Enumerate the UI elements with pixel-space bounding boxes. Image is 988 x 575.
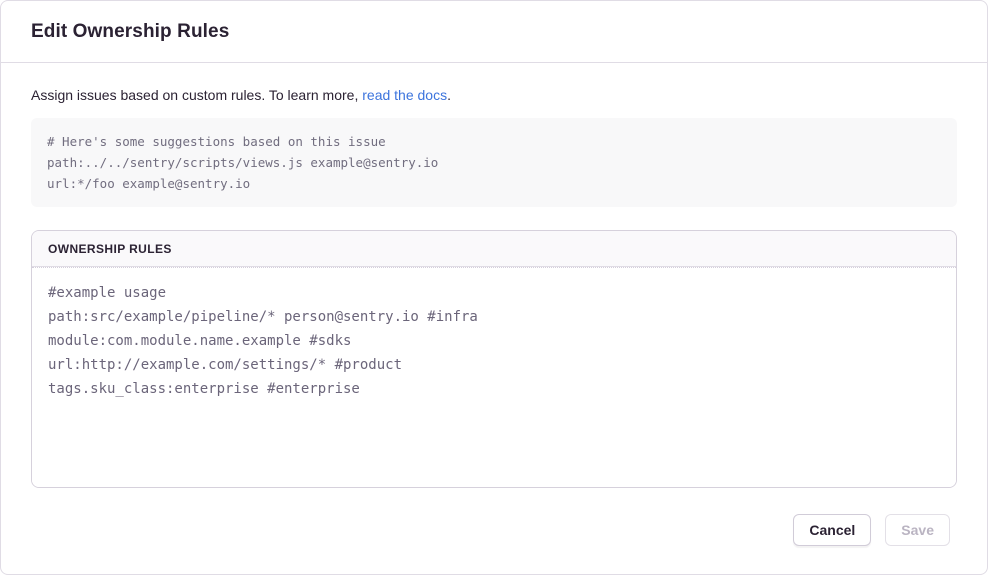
cancel-button[interactable]: Cancel — [793, 514, 871, 546]
ownership-rules-panel-header: OWNERSHIP RULES — [32, 231, 956, 267]
ownership-rules-panel-title: OWNERSHIP RULES — [48, 242, 940, 256]
ownership-rules-panel: OWNERSHIP RULES — [31, 230, 957, 488]
modal-body: Assign issues based on custom rules. To … — [1, 63, 987, 488]
page-title: Edit Ownership Rules — [31, 21, 957, 43]
modal-header: Edit Ownership Rules — [1, 1, 987, 63]
suggestions-code: # Here's some suggestions based on this … — [47, 131, 941, 194]
save-button[interactable]: Save — [885, 514, 950, 546]
suggestions-block: # Here's some suggestions based on this … — [31, 118, 957, 207]
description-after-link: . — [447, 87, 451, 103]
edit-ownership-rules-modal: Edit Ownership Rules Assign issues based… — [0, 0, 988, 575]
ownership-rules-textarea[interactable] — [32, 268, 956, 487]
description-text: Assign issues based on custom rules. To … — [31, 86, 957, 104]
rules-editor-wrap — [32, 267, 956, 487]
description-before-link: Assign issues based on custom rules. To … — [31, 87, 362, 103]
modal-footer: Cancel Save — [1, 488, 987, 575]
read-the-docs-link[interactable]: read the docs — [362, 87, 447, 103]
